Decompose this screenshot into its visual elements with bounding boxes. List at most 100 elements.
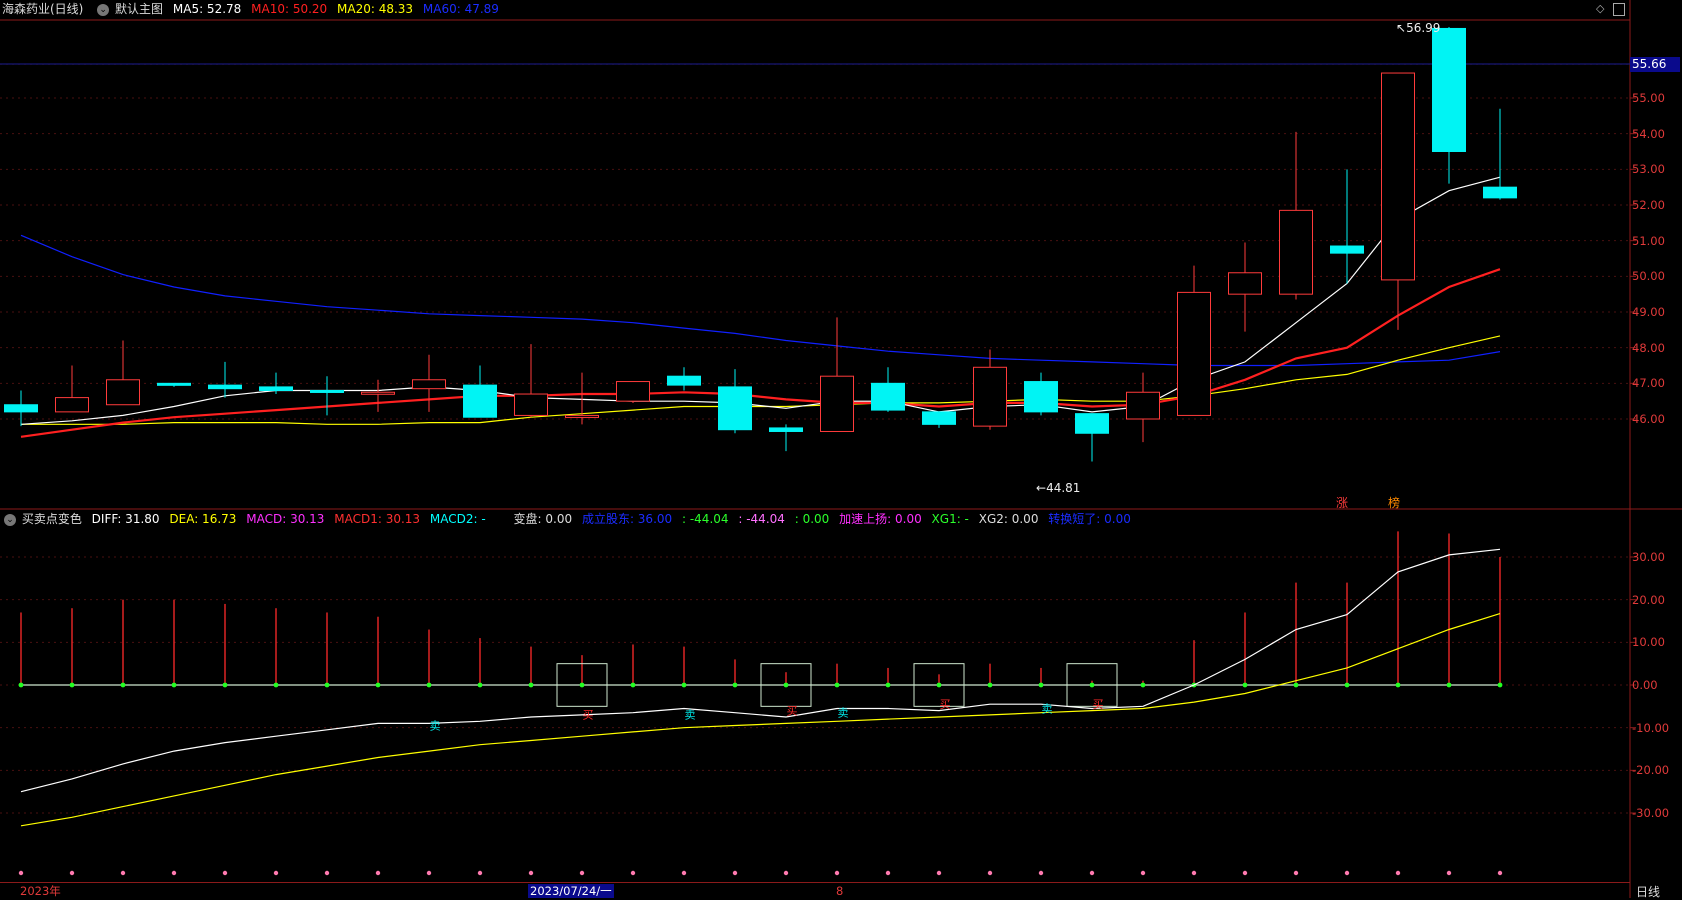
bottom-dot xyxy=(936,870,942,876)
candle-down xyxy=(1024,381,1058,413)
bottom-dot xyxy=(834,870,840,876)
bottom-dot xyxy=(681,870,687,876)
arrow-icon: ↖ xyxy=(1396,21,1407,35)
zero-dot xyxy=(528,682,534,688)
candle-up xyxy=(412,379,446,390)
signal-zhang: 涨 xyxy=(1336,496,1349,510)
sell-mark: 卖 xyxy=(1042,702,1053,715)
candle-down xyxy=(667,375,701,386)
date-bar: 2023年 2023/07/24/一 8 xyxy=(0,882,1630,899)
bottom-dot xyxy=(171,870,177,876)
price-tick-label: 49.00 xyxy=(1632,305,1665,319)
price-tick-label: 53.00 xyxy=(1632,162,1665,177)
price-tick-label: 52.00 xyxy=(1632,198,1665,212)
candle-up xyxy=(616,381,650,402)
candle-down xyxy=(463,384,497,418)
zero-dot xyxy=(987,682,993,688)
buy-mark: 买 xyxy=(583,709,594,722)
buy-mark: 买 xyxy=(1093,698,1104,711)
sub-tick-label: 10.00 xyxy=(1632,635,1665,650)
bottom-dot xyxy=(69,870,75,876)
low-marker-value: 44.81 xyxy=(1046,481,1081,495)
candle-up xyxy=(106,379,140,406)
candle-down xyxy=(157,382,191,386)
candle-up xyxy=(820,375,854,432)
bottom-dot xyxy=(426,870,432,876)
candle-down xyxy=(1075,413,1109,434)
sub-tick-label: 20.00 xyxy=(1632,592,1665,607)
bottom-dot xyxy=(1497,870,1503,876)
kline-chart[interactable]: 卖买卖买卖买卖买 xyxy=(0,0,1682,898)
candle-up xyxy=(361,391,395,395)
bottom-dot xyxy=(987,870,993,876)
period-label[interactable]: 日线 xyxy=(1636,883,1660,900)
zero-dot xyxy=(69,682,75,688)
sub-tick-label: 0.00 xyxy=(1632,678,1658,692)
zero-dot xyxy=(834,682,840,688)
bottom-dot xyxy=(273,870,279,876)
candle-down xyxy=(1330,245,1364,254)
price-tick-label: 48.00 xyxy=(1632,340,1665,355)
bottom-dot xyxy=(1344,870,1350,876)
date-month: 8 xyxy=(836,884,844,898)
candle-down xyxy=(871,382,905,411)
sub-tick-label: 30.00 xyxy=(1632,550,1665,564)
candle-up xyxy=(1126,391,1160,420)
candle-up xyxy=(1228,272,1262,295)
price-tick-label: 47.00 xyxy=(1632,376,1665,391)
sub-tick-label: -10.00 xyxy=(1632,720,1670,735)
bottom-dot xyxy=(885,870,891,876)
ma10-line xyxy=(20,268,1501,438)
sell-mark: 卖 xyxy=(685,709,696,722)
bottom-dot xyxy=(1089,870,1095,876)
zero-dot xyxy=(1242,682,1248,688)
candle-up xyxy=(514,393,548,416)
bottom-dot xyxy=(579,870,585,876)
zero-dot xyxy=(579,682,585,688)
zero-dot xyxy=(171,682,177,688)
bottom-dot xyxy=(1446,870,1452,876)
bottom-dot xyxy=(375,870,381,876)
candle-down xyxy=(208,384,242,390)
candle-up xyxy=(55,397,89,413)
arrow-left-icon: ← xyxy=(1036,481,1047,495)
zero-dot xyxy=(120,682,126,688)
candle-up xyxy=(1177,291,1211,416)
date-year: 2023年 xyxy=(20,884,61,898)
ma5-line xyxy=(20,176,1501,425)
zero-dot xyxy=(681,682,687,688)
zero-dot xyxy=(1395,682,1401,688)
high-marker-value: 56.99 xyxy=(1406,21,1441,35)
dea-line xyxy=(20,613,1501,827)
bottom-dot xyxy=(1293,870,1299,876)
candle-up xyxy=(565,414,599,418)
zero-dot xyxy=(630,682,636,688)
zero-dot xyxy=(1038,682,1044,688)
zero-dot xyxy=(1089,682,1095,688)
high-marker: ↖56.99 xyxy=(1396,21,1440,35)
candle-down xyxy=(259,386,293,391)
zero-dot xyxy=(936,682,942,688)
bottom-dot xyxy=(1140,870,1146,876)
bottom-dot xyxy=(18,870,24,876)
sub-tick-label: -30.00 xyxy=(1632,806,1670,820)
price-tick-label: 55.00 xyxy=(1632,91,1665,105)
buy-mark: 买 xyxy=(940,698,951,711)
ma20-line xyxy=(21,335,1501,425)
bottom-dot xyxy=(1038,870,1044,876)
candle-up xyxy=(1279,209,1313,295)
zero-dot xyxy=(18,682,24,688)
candle-down xyxy=(718,386,752,431)
signal-bang: 榜 xyxy=(1388,496,1401,510)
zero-dot xyxy=(375,682,381,688)
bottom-dot xyxy=(630,870,636,876)
candle-up xyxy=(1381,72,1415,281)
price-tick-label: 54.00 xyxy=(1632,126,1665,141)
ma60-line xyxy=(20,234,1501,367)
date-cursor: 2023/07/24/一 xyxy=(528,884,614,898)
bottom-dot xyxy=(1191,870,1197,876)
price-tick-label: 50.00 xyxy=(1632,269,1665,284)
low-marker: ←44.81 xyxy=(1036,481,1080,495)
sell-mark: 卖 xyxy=(430,719,441,732)
buy-mark: 买 xyxy=(787,704,798,717)
